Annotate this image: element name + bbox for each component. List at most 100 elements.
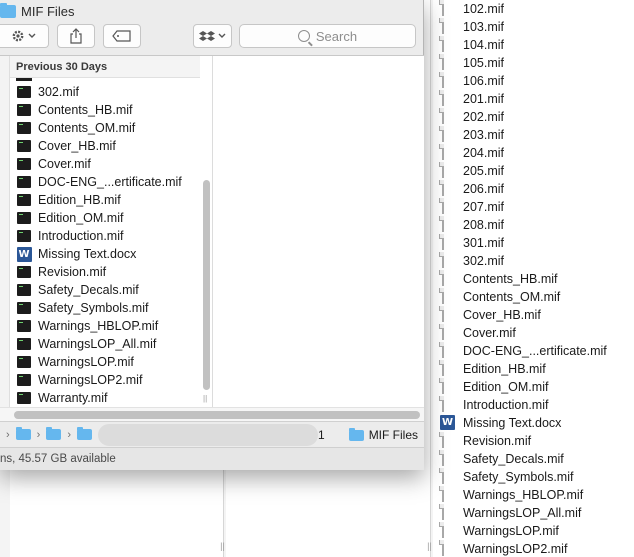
folder-icon[interactable]	[15, 427, 31, 440]
file-row[interactable]: 302.mif	[16, 83, 202, 101]
share-button[interactable]	[57, 24, 95, 48]
file-name: Warnings_HBLOP.mif	[463, 488, 584, 502]
background-file-row[interactable]: Cover.mif	[438, 324, 634, 342]
background-file-row[interactable]: Safety_Symbols.mif	[438, 468, 634, 486]
background-file-row[interactable]: 302.mif	[438, 252, 634, 270]
file-name: WarningsLOP_All.mif	[38, 337, 157, 351]
file-row[interactable]: WarningsLOP.mif	[16, 353, 202, 371]
file-row[interactable]: Introduction.mif	[16, 227, 202, 245]
file-name: Cover_HB.mif	[463, 308, 541, 322]
background-file-row[interactable]: 106.mif	[438, 72, 634, 90]
background-file-row[interactable]: 201.mif	[438, 90, 634, 108]
file-name: Edition_HB.mif	[463, 362, 546, 376]
background-file-row[interactable]: 102.mif	[438, 0, 634, 18]
action-menu-button[interactable]	[0, 24, 49, 48]
column-resize-handle[interactable]: ||	[426, 463, 433, 557]
clipped-file-icon	[16, 78, 32, 81]
background-file-row[interactable]: Contents_OM.mif	[438, 288, 634, 306]
window-title: MIF Files	[21, 3, 75, 19]
background-file-row[interactable]: 208.mif	[438, 216, 634, 234]
column-resize-handle[interactable]: ||	[203, 394, 207, 403]
document-icon	[440, 270, 456, 287]
document-icon	[440, 324, 456, 341]
background-file-row[interactable]: 207.mif	[438, 198, 634, 216]
tag-icon	[112, 30, 131, 42]
background-file-row[interactable]: 104.mif	[438, 36, 634, 54]
file-name: Contents_HB.mif	[38, 103, 133, 117]
file-row[interactable]: WarningsLOP_All.mif	[16, 335, 202, 353]
document-icon	[440, 126, 456, 143]
file-row[interactable]: WarningsLOP2.mif	[16, 371, 202, 389]
file-row[interactable]: Warnings_HBLOP.mif	[16, 317, 202, 335]
title-bar[interactable]: MIF Files	[0, 0, 423, 22]
tag-button[interactable]	[103, 24, 141, 48]
file-row[interactable]: Cover.mif	[16, 155, 202, 173]
background-file-row[interactable]: W Missing Text.docx	[438, 414, 634, 432]
file-name: 204.mif	[463, 146, 504, 160]
file-row[interactable]: Safety_Symbols.mif	[16, 299, 202, 317]
background-file-row[interactable]: 301.mif	[438, 234, 634, 252]
file-row[interactable]: Warranty.mif	[16, 389, 202, 407]
file-name: Cover.mif	[463, 326, 516, 340]
background-file-row[interactable]: WarningsLOP2.mif	[438, 540, 634, 557]
file-row[interactable]: Safety_Decals.mif	[16, 281, 202, 299]
file-name: Revision.mif	[38, 265, 107, 279]
background-file-row[interactable]: 103.mif	[438, 18, 634, 36]
background-file-row[interactable]: Contents_HB.mif	[438, 270, 634, 288]
background-file-row[interactable]: WarningsLOP_All.mif	[438, 504, 634, 522]
dropbox-button[interactable]	[193, 24, 232, 48]
background-file-row[interactable]: Safety_Decals.mif	[438, 450, 634, 468]
search-input[interactable]: Search	[239, 24, 416, 48]
background-file-row[interactable]: Edition_HB.mif	[438, 360, 634, 378]
folder-icon	[348, 427, 364, 441]
file-row[interactable]: Edition_OM.mif	[16, 209, 202, 227]
background-file-row[interactable]: 202.mif	[438, 108, 634, 126]
file-name: Contents_OM.mif	[38, 121, 136, 135]
file-name: 301.mif	[463, 236, 504, 250]
vertical-scrollbar[interactable]	[203, 180, 210, 390]
word-document-icon: W	[16, 246, 32, 262]
document-icon	[440, 234, 456, 251]
background-file-row[interactable]: DOC-ENG_...ertificate.mif	[438, 342, 634, 360]
background-file-row[interactable]: 205.mif	[438, 162, 634, 180]
document-icon	[440, 108, 456, 125]
background-file-row[interactable]: 105.mif	[438, 54, 634, 72]
search-placeholder: Search	[315, 28, 358, 44]
horizontal-scroll-thumb[interactable]	[14, 411, 420, 419]
background-file-row[interactable]: 203.mif	[438, 126, 634, 144]
background-file-row[interactable]: Edition_OM.mif	[438, 378, 634, 396]
document-icon	[440, 252, 456, 269]
mif-file-icon	[16, 156, 32, 172]
column-resize-handle[interactable]: ||	[219, 463, 226, 557]
file-row[interactable]: Edition_HB.mif	[16, 191, 202, 209]
file-name: 207.mif	[463, 200, 504, 214]
file-row[interactable]: DOC-ENG_...ertificate.mif	[16, 173, 202, 191]
document-icon	[440, 486, 456, 503]
background-file-row[interactable]: WarningsLOP.mif	[438, 522, 634, 540]
background-file-row[interactable]: Warnings_HBLOP.mif	[438, 486, 634, 504]
file-name: Cover_HB.mif	[38, 139, 116, 153]
file-name: 203.mif	[463, 128, 504, 142]
background-file-row[interactable]: Cover_HB.mif	[438, 306, 634, 324]
document-icon	[440, 18, 456, 35]
folder-icon[interactable]	[77, 427, 93, 440]
file-row[interactable]: Revision.mif	[16, 263, 202, 281]
file-row[interactable]: W Missing Text.docx	[16, 245, 202, 263]
background-file-row[interactable]: 204.mif	[438, 144, 634, 162]
document-icon	[440, 396, 456, 413]
file-row[interactable]: Cover_HB.mif	[16, 137, 202, 155]
path-current[interactable]: 1 MIF Files	[318, 427, 418, 442]
file-row[interactable]: Contents_OM.mif	[16, 119, 202, 137]
background-file-row[interactable]: 206.mif	[438, 180, 634, 198]
file-name: WarningsLOP2.mif	[463, 542, 568, 556]
file-column: Previous 30 Days 302.mif Contents_HB.mif C…	[0, 56, 213, 408]
background-file-row[interactable]: Introduction.mif	[438, 396, 634, 414]
file-row[interactable]: Contents_HB.mif	[16, 101, 202, 119]
horizontal-scrollbar[interactable]	[0, 407, 424, 421]
search-icon	[297, 30, 310, 42]
status-bar: ns, 45.57 GB available	[0, 447, 424, 470]
folder-icon[interactable]	[46, 427, 62, 440]
section-header: Previous 30 Days	[10, 56, 200, 78]
file-name: DOC-ENG_...ertificate.mif	[463, 344, 607, 358]
background-file-row[interactable]: Revision.mif	[438, 432, 634, 450]
